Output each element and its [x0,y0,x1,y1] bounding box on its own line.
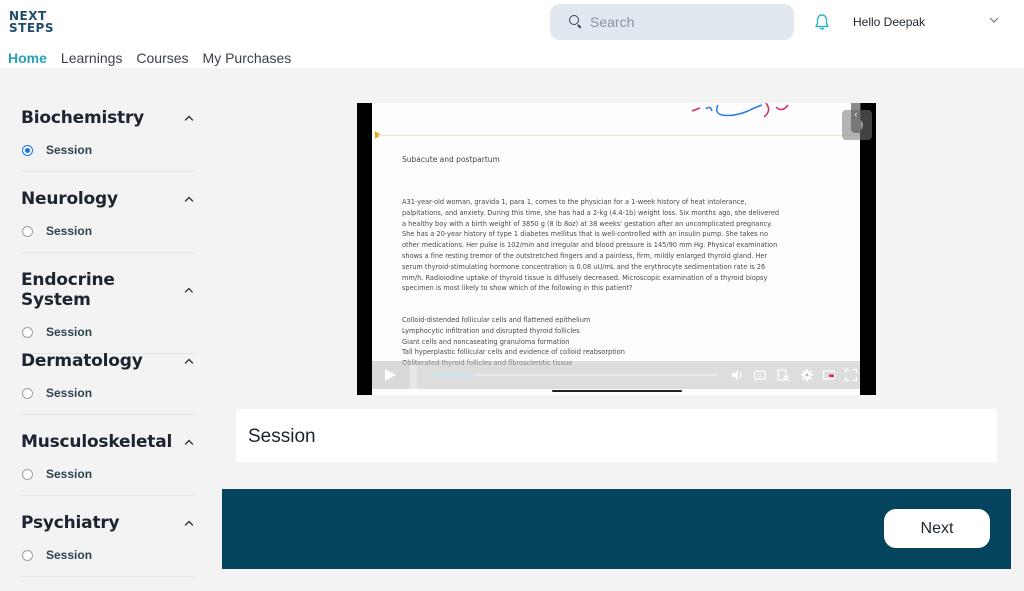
chevron-up-icon[interactable] [184,114,194,122]
settings-icon[interactable] [800,368,814,382]
bell-icon[interactable] [814,13,830,31]
chevron-up-icon[interactable] [184,438,194,446]
slide-rule [378,135,860,136]
answer-option: Tall hyperplastic follicular cells and e… [402,348,625,357]
section-header[interactable]: Dermatology [21,351,196,371]
section-title: Neurology [21,189,118,209]
section-biochemistry: Biochemistry Session [21,108,196,172]
course-sidebar: Biochemistry Session Neurology Session E… [0,68,222,591]
handwritten-annotation [691,103,789,118]
main-nav: Home Learnings Courses My Purchases [8,50,292,71]
answer-option: Colloid-distended follicular cells and f… [402,316,591,324]
home-indicator [552,390,682,392]
session-label: Session [46,548,93,562]
section-header[interactable]: Musculoskeletal [21,432,196,452]
radio-unselected[interactable] [22,225,33,237]
play-button[interactable] [372,361,410,389]
captions-icon[interactable]: CC [753,368,767,382]
answer-option: Giant cells and noncaseating granuloma f… [402,337,570,346]
session-item[interactable]: Session [21,467,196,481]
logo-line-2: STEPS [9,21,54,35]
fullscreen-icon[interactable] [844,368,858,382]
session-label: Session [46,143,93,157]
lesson-navigation-bar: Next [222,489,1011,569]
session-label: Session [46,224,93,238]
session-label: Session [46,325,93,339]
session-item[interactable]: Session [21,325,196,339]
section-header[interactable]: Psychiatry [21,513,196,533]
content-title: Session [248,426,316,447]
progress-slider[interactable] [429,374,719,376]
miniplayer-icon[interactable] [822,368,836,382]
section-neurology: Neurology Session [21,189,196,253]
session-item[interactable]: Session [21,143,196,157]
transcript-icon[interactable] [776,368,790,382]
top-header: NEXT STEPS Home Learnings Courses My Pur… [0,0,1024,71]
radio-unselected[interactable] [22,549,33,561]
section-header[interactable]: Endocrine System [21,270,196,310]
side-panel-toggle-icon[interactable]: ‹ [851,103,861,133]
section-title: Endocrine System [21,270,115,310]
nav-my-purchases[interactable]: My Purchases [203,50,292,70]
section-psychiatry: Psychiatry Session [21,513,196,577]
section-dermatology: Dermatology Session [21,351,196,415]
section-musculoskeletal: Musculoskeletal Session [21,432,196,496]
session-item[interactable]: Session [21,386,196,400]
session-item[interactable]: Session [21,224,196,238]
divider [21,576,196,577]
nav-home[interactable]: Home [8,50,47,71]
answer-option: Lymphocytic infiltration and disrupted t… [402,326,580,335]
radio-unselected[interactable] [22,326,33,338]
divider [21,171,196,172]
section-title: Musculoskeletal [21,432,173,452]
divider [21,252,196,253]
radio-selected[interactable] [22,144,33,156]
nav-learnings[interactable]: Learnings [61,50,123,70]
slide-question-text: A31-year-old woman, gravida 1, para 1, c… [402,198,780,293]
play-icon [385,369,396,381]
section-endocrine-system: Endocrine System Session [21,270,196,354]
section-title: Biochemistry [21,108,145,128]
radio-unselected[interactable] [22,387,33,399]
session-label: Session [46,386,93,400]
session-label: Session [46,467,93,481]
section-title: Dermatology [21,351,143,371]
section-header[interactable]: Biochemistry [21,108,196,128]
nav-courses[interactable]: Courses [136,50,188,70]
progress-fill [429,374,476,376]
section-header[interactable]: Neurology [21,189,196,209]
divider [21,495,196,496]
chevron-up-icon[interactable] [184,195,194,203]
session-item[interactable]: Session [21,548,196,562]
user-greeting[interactable]: Hello Deepak [853,15,925,29]
radio-unselected[interactable] [22,468,33,480]
slide-heading: Subacute and postpartum [402,155,500,164]
chevron-up-icon[interactable] [184,519,194,527]
section-title: Psychiatry [21,513,120,533]
next-steps-logo[interactable]: NEXT STEPS [9,10,59,36]
lecture-slide: Subacute and postpartum A31-year-old wom… [372,103,872,395]
search-icon [569,15,583,29]
chevron-up-icon[interactable] [184,357,194,365]
volume-icon[interactable] [730,368,744,382]
chevron-down-icon[interactable] [989,15,999,25]
search-box[interactable] [550,4,794,40]
chevron-up-icon[interactable] [184,286,194,294]
svg-text:CC: CC [757,373,763,379]
control-bar: CC [417,361,860,389]
search-input[interactable] [590,14,780,30]
content-title-card: Session [236,409,997,462]
next-button[interactable]: Next [884,509,990,548]
video-player[interactable]: Subacute and postpartum A31-year-old wom… [357,103,876,395]
video-controls: CC [372,361,860,389]
divider [21,414,196,415]
